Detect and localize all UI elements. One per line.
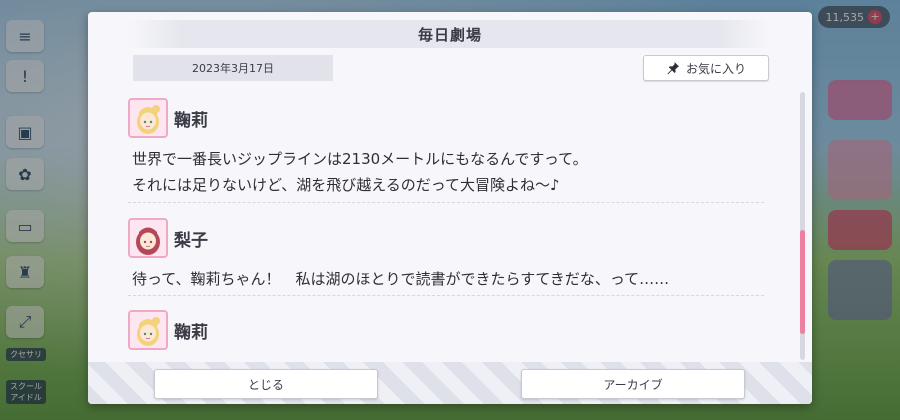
entry-divider xyxy=(128,295,764,296)
entry-divider xyxy=(128,202,764,203)
speaker-row: 梨子 xyxy=(128,216,764,260)
scrollbar-thumb[interactable] xyxy=(800,230,805,334)
favorite-button[interactable]: お気に入り xyxy=(643,55,769,81)
close-button[interactable]: とじる xyxy=(154,369,378,399)
archive-button[interactable]: アーカイブ xyxy=(521,369,745,399)
dialogue-line: それには足りないけど、湖を飛び越えるのだって大冒険よね～♪ xyxy=(132,176,560,194)
dialogue-content[interactable]: 鞠莉 世界で一番長いジップラインは2130メートルにもなるんですって。 それには… xyxy=(128,92,764,358)
mari-avatar xyxy=(128,98,168,138)
close-button-label: とじる xyxy=(247,377,284,392)
dialogue-entry: 梨子 待って、鞠莉ちゃん！ 私は湖のほとりで読書ができたらすてきだな、って…… xyxy=(128,216,764,292)
daily-theater-dialog: 毎日劇場 2023年3月17日 お気に入り 鞠莉 世界で一番長いジップラインは2… xyxy=(88,12,812,404)
favorite-label: お気に入り xyxy=(685,61,746,76)
date-label: 2023年3月17日 xyxy=(133,55,333,81)
speaker-name: 鞠莉 xyxy=(174,110,208,131)
dialogue-entry: 鞠莉 xyxy=(128,308,764,352)
archive-button-label: アーカイブ xyxy=(603,377,663,392)
riko-portrait-icon xyxy=(130,220,166,256)
dialogue-line: 世界で一番長いジップラインは2130メートルにもなるんですって。 xyxy=(132,150,588,168)
mari-avatar xyxy=(128,310,168,350)
dialogue-entry: 鞠莉 世界で一番長いジップラインは2130メートルにもなるんですって。 それには… xyxy=(128,96,764,198)
dialogue-line: 待って、鞠莉ちゃん！ 私は湖のほとりで読書ができたらすてきだな、って…… xyxy=(132,270,670,288)
speaker-row: 鞠莉 xyxy=(128,308,764,352)
riko-avatar xyxy=(128,218,168,258)
mari-portrait-icon xyxy=(130,312,166,348)
speaker-name: 鞠莉 xyxy=(174,322,208,343)
scrollbar[interactable] xyxy=(800,92,805,360)
dialog-title: 毎日劇場 xyxy=(128,20,772,48)
pin-icon xyxy=(667,62,679,75)
speaker-row: 鞠莉 xyxy=(128,96,764,140)
mari-portrait-icon xyxy=(130,100,166,136)
speaker-name: 梨子 xyxy=(174,230,208,251)
